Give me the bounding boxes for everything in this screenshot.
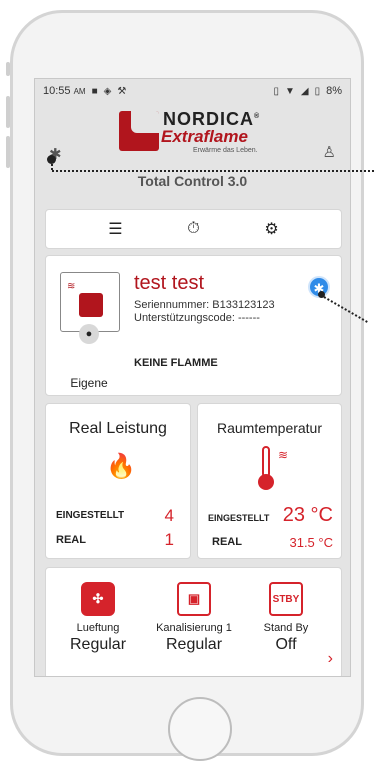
signal-icon: ◢ <box>300 85 309 97</box>
temperature-real-value: 31.5 °C <box>289 535 333 550</box>
duct-icon: ▣ <box>177 582 211 616</box>
shield-icon: ◈ <box>103 85 112 97</box>
battery-level: 8% <box>326 85 342 97</box>
vibrate-icon: ▯ <box>273 85 279 97</box>
modes-card: ✣ Lueftung Regular ▣ Kanalisierung 1 Reg… <box>45 567 342 676</box>
gear-icon[interactable]: ⚙ <box>264 219 278 239</box>
stove-icon <box>79 293 103 317</box>
mode-label: Lueftung <box>76 622 120 634</box>
owner-avatar: ● <box>79 324 99 344</box>
list-icon[interactable]: ☰ <box>108 219 122 239</box>
power-set-value: 4 <box>164 506 174 525</box>
support-code: Unterstützungscode: ------ <box>134 312 260 324</box>
home-button[interactable] <box>168 697 232 761</box>
annotation-line <box>52 170 374 172</box>
tab-bar: ☰ ⏱ ⚙ <box>45 209 342 249</box>
side-button <box>6 136 10 168</box>
mode-value: Regular <box>165 636 223 653</box>
device-card[interactable]: ≋ ● Eigene test test Seriennummer: B1331… <box>45 255 342 396</box>
status-bar: 10:55 AM ■ ◈ ⚒ ▯ ▼ ◢ ▯ 8% <box>35 79 350 103</box>
owner-label: Eigene <box>70 376 108 390</box>
serial-number: Seriennummer: B133123123 <box>134 299 275 311</box>
logo-tagline: Erwärme das Leben. <box>193 147 258 154</box>
annotation-line <box>51 160 53 170</box>
side-button <box>6 62 10 76</box>
mode-label: Stand By <box>263 622 309 634</box>
stby-icon: STBY <box>269 582 303 616</box>
battery-icon: ▯ <box>314 85 321 97</box>
mode-value: Off <box>275 636 297 653</box>
timer-icon[interactable]: ⏱ <box>187 220 199 238</box>
power-set-label: EINGESTELLT <box>56 510 125 521</box>
temperature-real-label: REAL <box>212 536 242 548</box>
power-real-label: REAL <box>56 534 86 546</box>
temperature-title: Raumtemperatur <box>216 420 323 436</box>
temperature-set-value: 23 °C <box>282 504 333 526</box>
chevron-right-icon[interactable]: › <box>328 650 333 668</box>
fan-icon: ✣ <box>81 582 115 616</box>
power-title: Real Leistung <box>69 420 167 437</box>
mode-label: Kanalisierung 1 <box>156 622 232 634</box>
app-title: Total Control 3.0 <box>137 173 248 189</box>
power-real-value: 1 <box>164 530 174 549</box>
thermometer-icon: ≋ <box>256 446 288 490</box>
mode-standby[interactable]: STBY Stand By Off <box>238 582 334 654</box>
brand-logo: NORDICA® Extraflame Erwärme das Leben. <box>119 107 259 159</box>
temperature-set-label: EINGESTELLT <box>208 513 270 523</box>
mode-value: Regular <box>69 636 127 653</box>
logo-mark <box>119 111 159 151</box>
temperature-card[interactable]: Raumtemperatur ≋ EINGESTELLT 23 °C REAL … <box>197 403 342 559</box>
device-name: test test <box>134 272 205 294</box>
logo-extraflame: Extraflame <box>161 127 248 146</box>
power-card[interactable]: Real Leistung 🔥 EINGESTELLT 4 REAL 1 <box>45 403 191 559</box>
flame-status: KEINE FLAMME <box>134 357 218 369</box>
heat-wave-icon: ≋ <box>67 281 76 292</box>
clock: 10:55 AM <box>43 85 86 97</box>
wifi-icon: ▼ <box>284 85 295 97</box>
stove-image: ≋ <box>60 272 120 332</box>
notification-icon: ■ <box>91 85 98 97</box>
user-icon[interactable]: ♙ <box>323 143 336 161</box>
wrench-icon: ⚒ <box>117 85 127 97</box>
mode-duct[interactable]: ▣ Kanalisierung 1 Regular <box>146 582 242 654</box>
flame-icon: 🔥 <box>106 453 136 480</box>
side-button <box>6 96 10 128</box>
mode-fan[interactable]: ✣ Lueftung Regular <box>50 582 146 654</box>
app-screen: 10:55 AM ■ ◈ ⚒ ▯ ▼ ◢ ▯ 8% ✱ ♙ NORDICA® E… <box>34 78 351 677</box>
app-header: ✱ ♙ NORDICA® Extraflame Erwärme das Lebe… <box>35 103 350 205</box>
